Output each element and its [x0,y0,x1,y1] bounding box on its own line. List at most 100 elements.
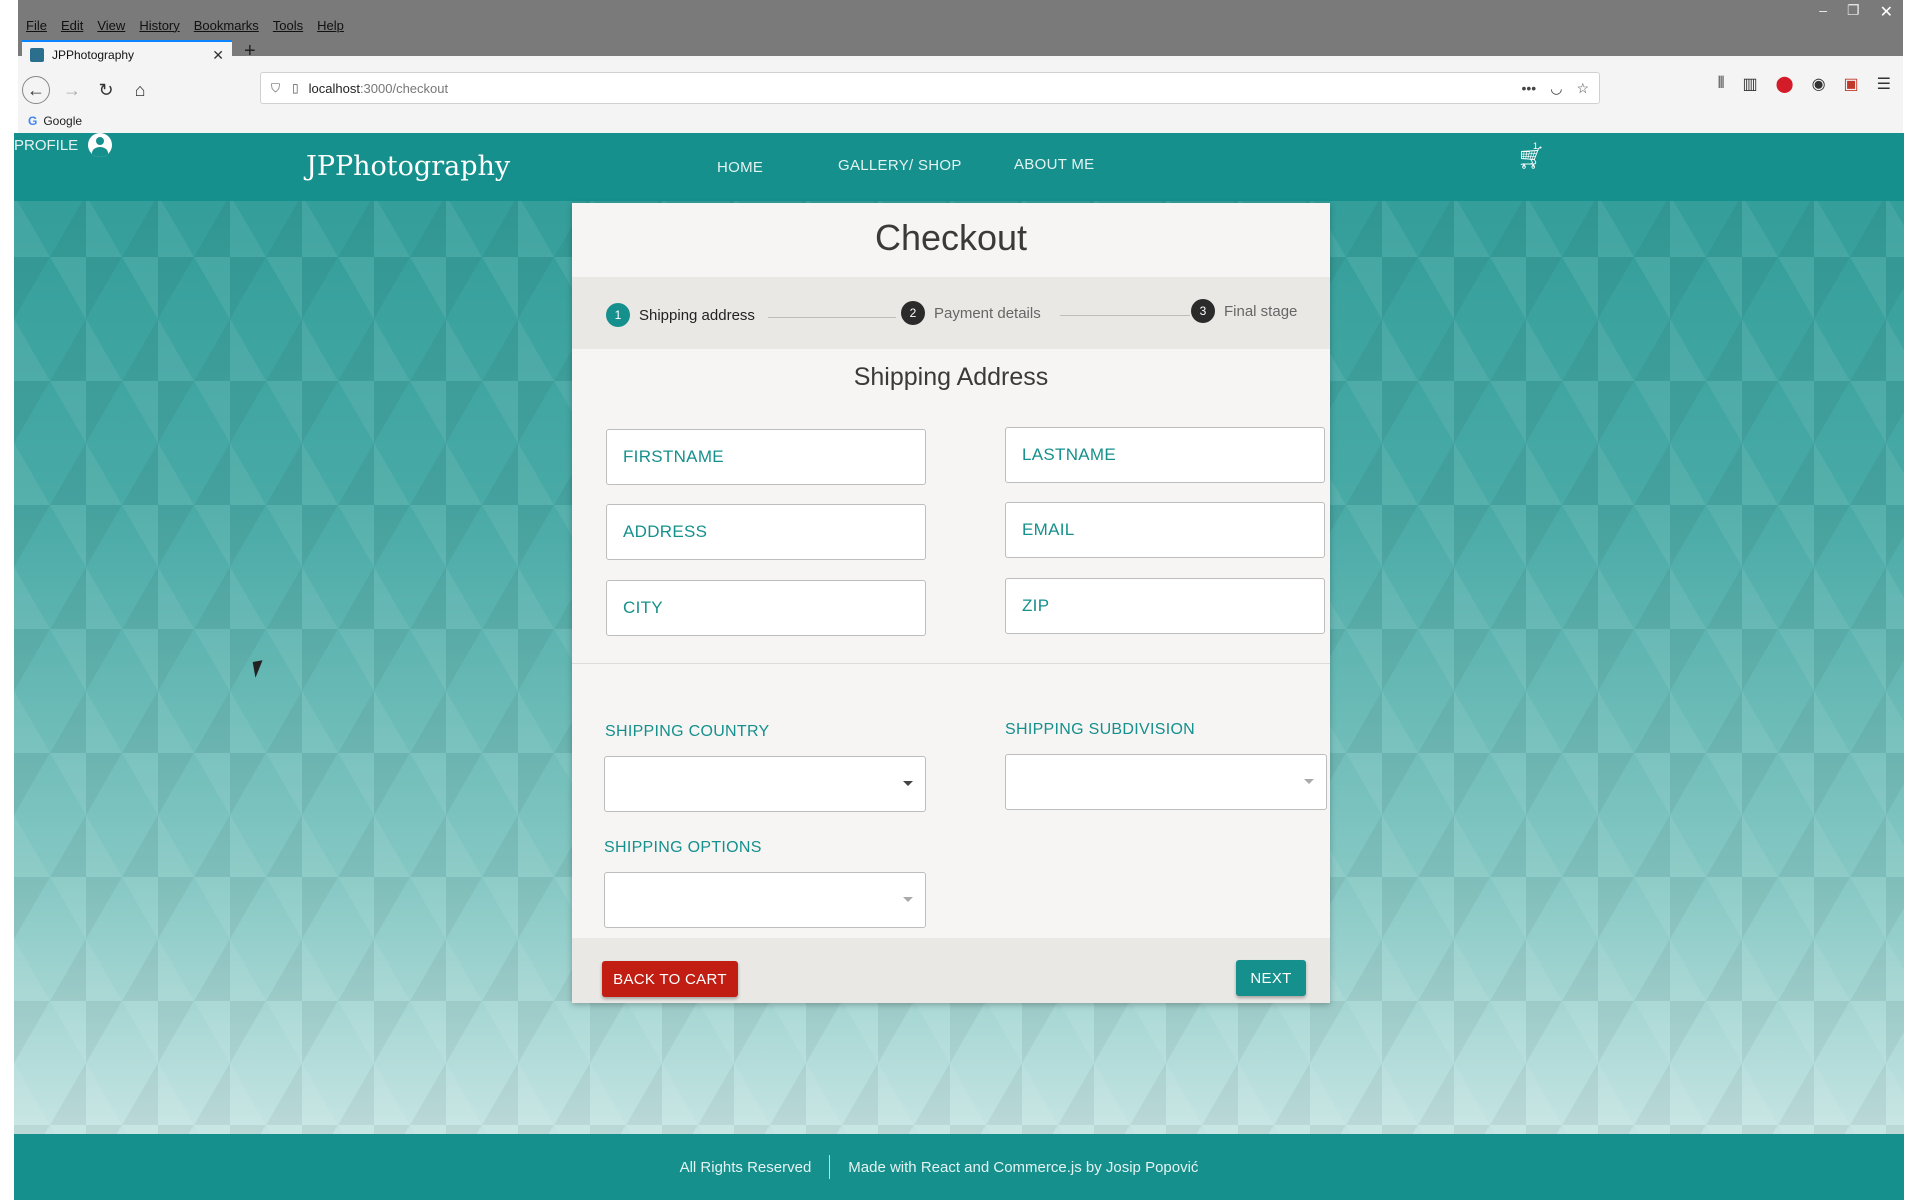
back-to-cart-button[interactable]: BACK TO CART [602,961,738,997]
footer-credit: Made with React and Commerce.js by Josip… [848,1158,1199,1176]
menu-edit[interactable]: Edit [61,18,83,33]
shopping-cart-icon: 🛒︎ [1517,145,1545,170]
bookmark-star-icon[interactable]: ☆ [1576,80,1589,97]
dropdown-arrow-icon [1304,779,1314,784]
checkout-actions: BACK TO CART NEXT [572,938,1330,1003]
more-actions-icon[interactable]: ••• [1522,80,1537,97]
step-number: 1 [606,303,630,327]
menu-bookmarks[interactable]: Bookmarks [194,18,259,33]
back-arrow-icon[interactable]: ← [22,76,50,104]
footer-rights: All Rights Reserved [679,1158,812,1176]
forward-arrow-icon[interactable]: → [58,76,86,104]
step-connector [1060,315,1190,316]
sidebar-icon[interactable]: ▥ [1743,74,1758,94]
shipping-country-label: SHIPPING COUNTRY [605,723,770,740]
url-path: :3000/checkout [359,80,449,96]
step-label: Final stage [1224,302,1298,320]
browser-chrome: File Edit View History Bookmarks Tools H… [18,0,1903,133]
navigation-toolbar: ← → ↻ ⌂ ⛉ ▯ localhost:3000/checkout ••• … [18,68,1903,112]
tab-title: JPPhotography [52,48,135,62]
lastname-label: LASTNAME [1022,445,1117,464]
site-logo[interactable]: JPPhotography [306,151,510,182]
nav-gallery-shop[interactable]: GALLERY/ SHOP [838,157,962,174]
form-divider [572,663,1330,664]
nav-about-me[interactable]: ABOUT ME [1014,156,1094,173]
cart-button[interactable]: 🛒︎ 1 [1517,141,1545,171]
dropdown-arrow-icon [903,781,913,786]
page-info-icon[interactable]: ▯ [292,81,299,95]
firstname-field[interactable]: FIRSTNAME [606,429,926,485]
address-field[interactable]: ADDRESS [606,504,926,560]
menu-help[interactable]: Help [317,18,344,33]
site-header: JPPhotography HOME GALLERY/ SHOP ABOUT M… [14,133,1904,201]
toolbar-right: ⫴ ▥ ⬤ ◉ ▣ ☰ [1718,74,1891,94]
zip-label: ZIP [1022,596,1050,615]
step-number: 2 [901,301,925,325]
step-final-stage: 3 Final stage [1191,299,1297,323]
zip-field[interactable]: ZIP [1005,578,1325,634]
nav-home[interactable]: HOME [717,159,763,176]
shipping-subdivision-label: SHIPPING SUBDIVISION [1005,721,1196,738]
menu-view[interactable]: View [97,18,125,33]
menu-bar: File Edit View History Bookmarks Tools H… [26,18,344,33]
menu-file[interactable]: File [26,18,47,33]
home-icon[interactable]: ⌂ [126,76,154,104]
page: JPPhotography HOME GALLERY/ SHOP ABOUT M… [14,133,1904,1200]
city-label: CITY [623,598,663,617]
footer-separator [829,1155,831,1179]
menu-history[interactable]: History [139,18,179,33]
browser-tab[interactable]: JPPhotography ✕ [22,40,232,68]
bookmarks-bar: G Google [28,114,82,128]
step-payment-details: 2 Payment details [901,301,1041,325]
address-bar-actions: ••• ◡ ☆ [1522,80,1590,97]
email-field[interactable]: EMAIL [1005,502,1325,558]
mouse-cursor-icon [252,660,266,678]
step-label: Payment details [934,304,1041,322]
pocket-icon[interactable]: ◡ [1550,80,1562,97]
opera-icon[interactable]: ⬤ [1776,74,1794,94]
account-icon[interactable]: ◉ [1812,74,1826,94]
checkout-card: Checkout 1 Shipping address 2 Payment de… [572,203,1330,1003]
nav-profile[interactable]: PROFILE [14,133,1904,157]
lastname-field[interactable]: LASTNAME [1005,427,1325,483]
step-shipping-address: 1 Shipping address [606,303,755,327]
address-label: ADDRESS [623,522,708,541]
address-bar[interactable]: ⛉ ▯ localhost:3000/checkout ••• ◡ ☆ [260,72,1600,104]
shipping-address-heading: Shipping Address [853,363,1049,391]
step-connector [768,317,896,318]
menu-tools[interactable]: Tools [273,18,303,33]
profile-label: PROFILE [14,136,79,154]
shipping-options-select[interactable] [604,872,926,928]
minimize-icon[interactable]: – [1819,2,1827,22]
reload-icon[interactable]: ↻ [92,76,120,104]
dropdown-arrow-icon [903,897,913,902]
window-controls: – ❐ ✕ [1819,2,1893,22]
shipping-country-select[interactable] [604,756,926,812]
google-icon: G [28,114,38,128]
window-titlebar: File Edit View History Bookmarks Tools H… [18,0,1903,68]
restore-icon[interactable]: ❐ [1847,2,1860,22]
step-label: Shipping address [639,306,755,324]
favicon-icon [30,48,44,62]
shipping-options-label: SHIPPING OPTIONS [604,839,762,856]
library-icon[interactable]: ⫴ [1718,75,1725,93]
site-footer: All Rights Reserved Made with React and … [14,1134,1904,1200]
next-button[interactable]: NEXT [1236,960,1306,996]
extension-icon[interactable]: ▣ [1844,74,1859,94]
url-host: localhost [308,80,360,96]
bookmark-google[interactable]: Google [43,114,82,128]
shield-icon[interactable]: ⛉ [271,81,280,96]
firstname-label: FIRSTNAME [623,447,724,466]
hamburger-menu-icon[interactable]: ☰ [1877,74,1891,94]
email-label: EMAIL [1022,520,1075,539]
account-circle-icon [88,133,113,157]
city-field[interactable]: CITY [606,580,926,636]
checkout-stepper: 1 Shipping address 2 Payment details 3 F… [572,277,1330,349]
new-tab-icon[interactable]: + [244,40,256,63]
checkout-title: Checkout [874,217,1028,258]
cart-count-badge: 1 [1533,141,1539,151]
step-number: 3 [1191,299,1215,323]
close-window-icon[interactable]: ✕ [1880,2,1893,22]
close-tab-icon[interactable]: ✕ [212,47,224,64]
shipping-subdivision-select[interactable] [1005,754,1327,810]
